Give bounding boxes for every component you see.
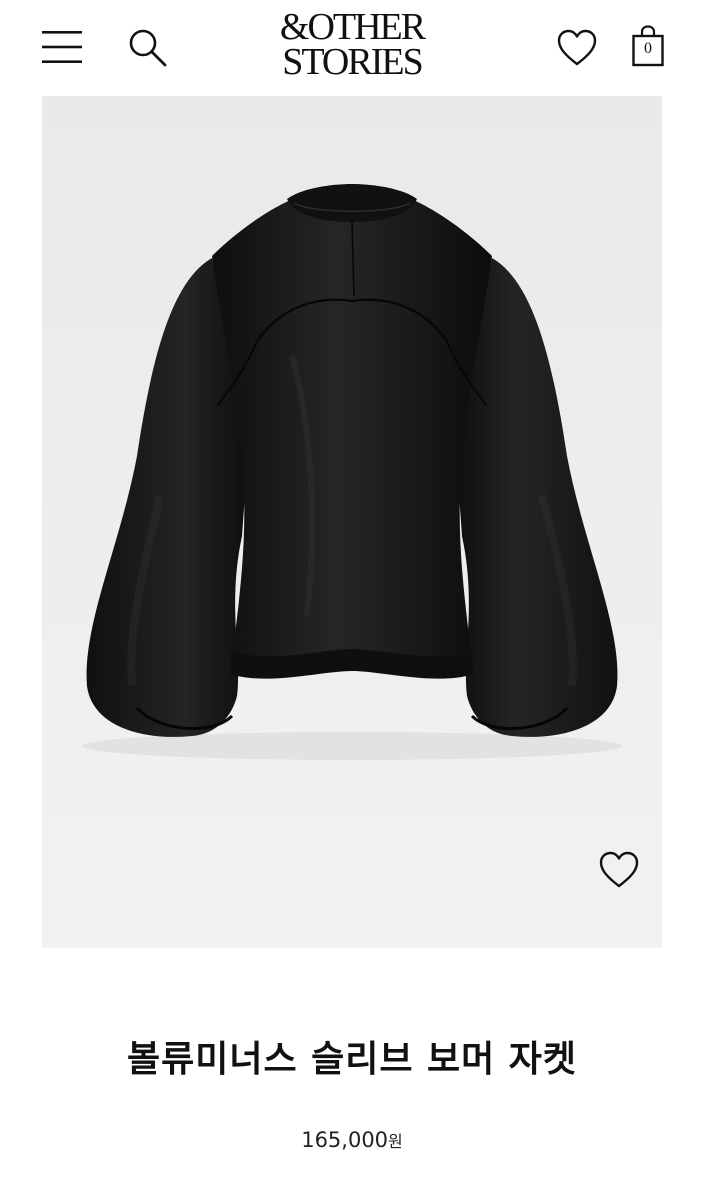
heart-icon[interactable] [556, 28, 598, 68]
brand-logo[interactable]: &OTHER STORIES [252, 6, 452, 83]
site-header: &OTHER STORIES 0 [0, 0, 704, 96]
product-name: 볼류미너스 슬리브 보머 자켓 [126, 1039, 578, 1080]
search-icon[interactable] [126, 26, 168, 68]
price-currency: 원 [388, 1132, 403, 1151]
product-image[interactable] [42, 96, 662, 948]
logo-line-2: STORIES [282, 41, 423, 83]
menu-icon[interactable] [42, 30, 82, 64]
product-price: 165,000원 [0, 1128, 704, 1152]
logo-line-1: &OTHER [279, 6, 426, 48]
jacket-illustration [42, 96, 662, 948]
price-value: 165,000 [301, 1128, 389, 1152]
cart-count: 0 [644, 40, 652, 57]
heart-icon[interactable] [598, 850, 640, 890]
